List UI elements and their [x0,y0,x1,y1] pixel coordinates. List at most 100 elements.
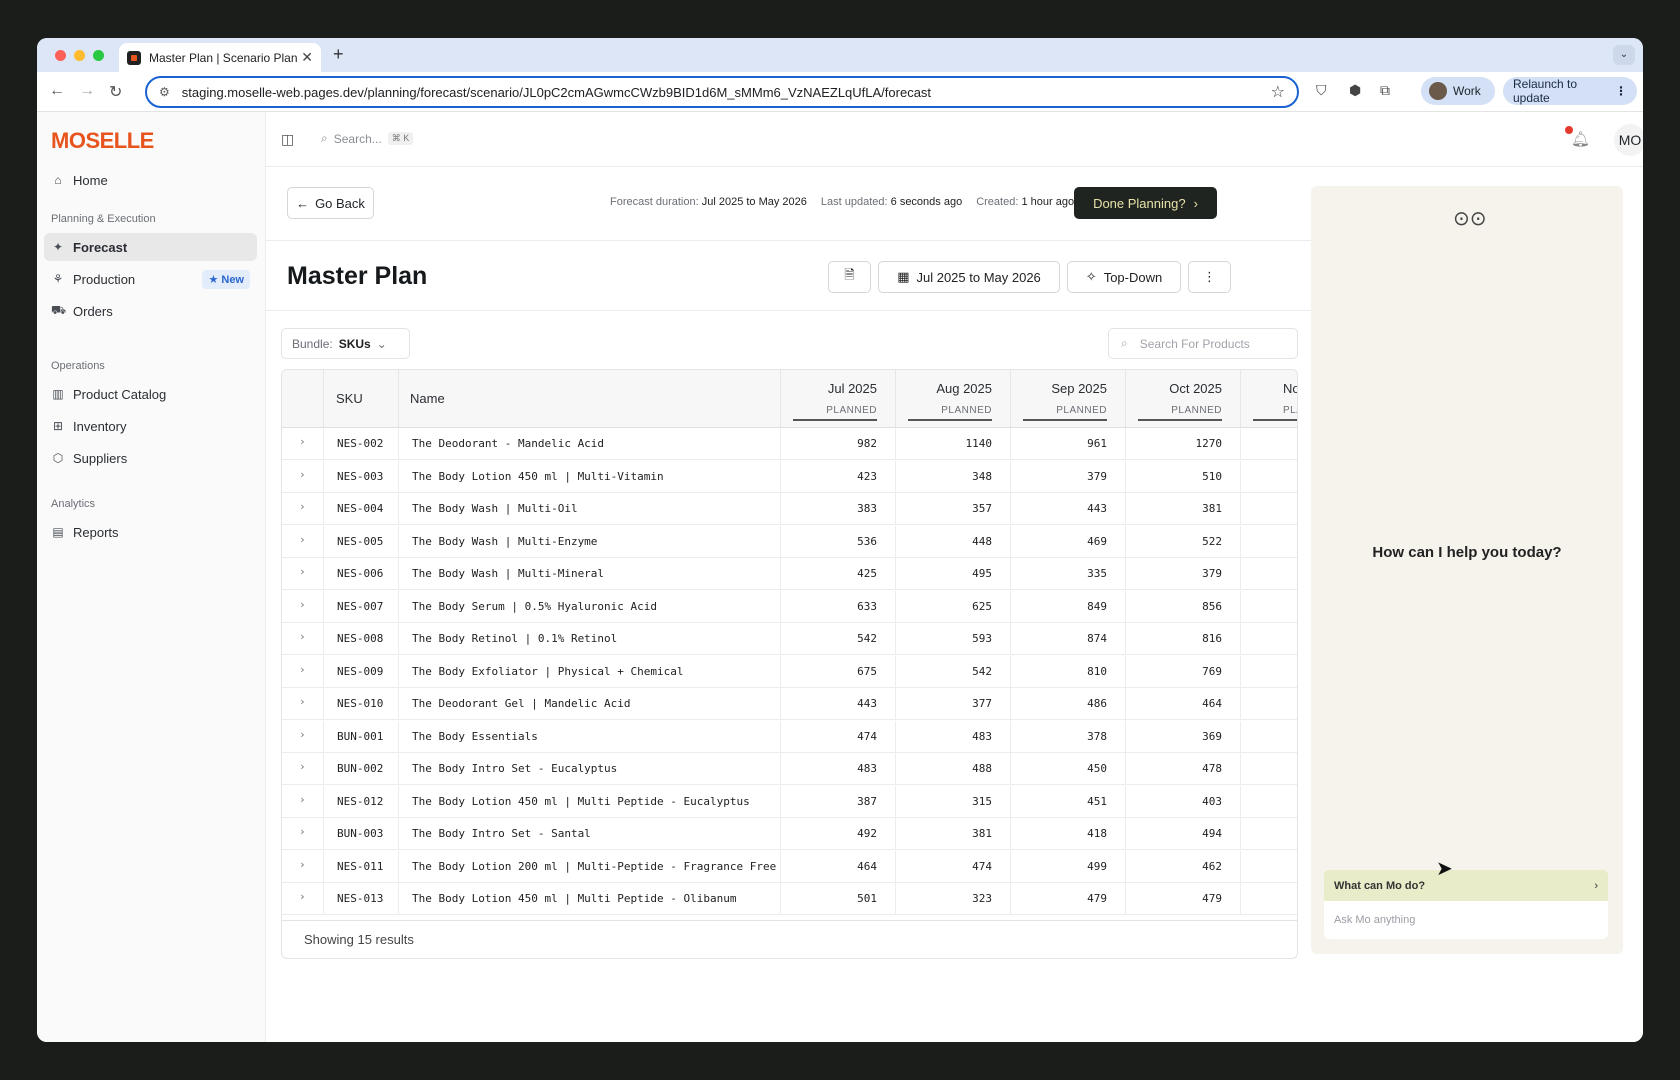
planned-value-cell[interactable]: 522 [1126,525,1241,558]
close-window-button[interactable] [55,50,66,61]
expand-row-icon[interactable]: › [282,688,324,720]
planned-value-cell[interactable]: 479 [1011,883,1126,915]
planned-value-cell[interactable]: 379 [1126,558,1241,590]
planned-value-cell[interactable]: 443 [1011,493,1126,525]
planned-value-cell[interactable]: 383 [781,493,896,525]
expand-row-icon[interactable]: › [282,753,324,785]
table-row[interactable]: › NES-007 The Body Serum | 0.5% Hyaluronic… [282,590,1297,623]
site-info-icon[interactable]: ⚙ [159,85,170,99]
sidebar-item-forecast[interactable]: ✦ Forecast [44,233,257,261]
planned-value-cell[interactable]: 625 [896,590,1011,623]
table-row[interactable]: › NES-003 The Body Lotion 450 ml | Multi-V… [282,460,1297,493]
planned-value-cell[interactable]: 469 [1011,525,1126,558]
planned-value-cell[interactable]: 448 [896,525,1011,558]
planned-value-cell[interactable]: 335 [1011,558,1126,590]
bookmark-star-icon[interactable]: ☆ [1271,82,1285,102]
planned-value-cell[interactable]: 464 [781,850,896,883]
forward-icon[interactable]: → [79,82,95,100]
planned-value-cell[interactable]: 479 [1126,883,1241,915]
table-row[interactable]: › NES-011 The Body Lotion 200 ml | Multi-P… [282,850,1297,883]
more-menu-icon[interactable]: ⋮ [1615,84,1627,98]
planned-value-cell[interactable]: 1140 [896,428,1011,460]
expand-row-icon[interactable]: › [282,428,324,460]
expand-row-icon[interactable]: › [282,655,324,688]
sidebar-item-product-catalog[interactable]: ▥ Product Catalog [44,380,257,408]
planned-value-cell[interactable]: 501 [781,883,896,915]
planned-value-cell[interactable]: 348 [896,460,1011,493]
expand-row-icon[interactable]: › [282,720,324,753]
window-controls[interactable] [55,50,104,61]
planned-value-cell[interactable]: 443 [781,688,896,720]
planned-value-cell[interactable]: 1270 [1126,428,1241,460]
planned-value-cell[interactable]: 451 [1011,785,1126,818]
planned-value-cell[interactable]: 769 [1126,655,1241,688]
planned-value-cell[interactable]: 499 [1011,850,1126,883]
global-search[interactable]: ⌕ Search... ⌘ K [321,131,414,146]
table-row[interactable]: › NES-009 The Body Exfoliator | Physical +… [282,655,1297,688]
header-month-partial[interactable]: Nov 2025 PLANNED [1241,370,1297,428]
header-month[interactable]: Jul 2025 PLANNED [781,370,896,428]
planned-value-cell[interactable]: 464 [1126,688,1241,720]
shield-extension-icon[interactable]: ⛉ [1316,82,1327,99]
planned-value-cell[interactable]: 675 [781,655,896,688]
header-sku[interactable]: SKU [324,370,399,428]
date-range-button[interactable]: ▦ Jul 2025 to May 2026 [878,261,1060,293]
top-down-button[interactable]: ✧ Top-Down [1067,261,1181,293]
relaunch-button[interactable]: Relaunch to update ⋮ [1503,77,1637,105]
planned-value-cell[interactable]: 488 [896,753,1011,785]
planned-value-cell[interactable]: 387 [781,785,896,818]
table-row[interactable]: › BUN-003 The Body Intro Set - Santal 492 38… [282,818,1297,850]
minimize-window-button[interactable] [74,50,85,61]
expand-row-icon[interactable]: › [282,558,324,590]
planned-value-cell[interactable]: 510 [1126,460,1241,493]
planned-value-cell[interactable]: 874 [1011,623,1126,655]
planned-value-cell[interactable]: 357 [896,493,1011,525]
product-search-input[interactable]: ⌕ Search For Products [1108,328,1298,359]
close-tab-icon[interactable]: ✕ [301,49,313,66]
planned-value-cell[interactable]: 418 [1011,818,1126,850]
header-name[interactable]: Name [399,370,781,428]
planned-value-cell[interactable]: 381 [896,818,1011,850]
table-row[interactable]: › NES-012 The Body Lotion 450 ml | Multi P… [282,785,1297,818]
maximize-window-button[interactable] [93,50,104,61]
planned-value-cell[interactable]: 423 [781,460,896,493]
header-month[interactable]: Sep 2025 PLANNED [1011,370,1126,428]
table-row[interactable]: › BUN-002 The Body Intro Set - Eucalyptus 4… [282,753,1297,785]
planned-value-cell[interactable]: 492 [781,818,896,850]
planned-value-cell[interactable]: 377 [896,688,1011,720]
expand-row-icon[interactable]: › [282,525,324,558]
bundle-select[interactable]: Bundle: SKUs ⌄ [281,328,410,359]
logo[interactable]: MOSELLE [51,128,154,154]
go-back-button[interactable]: ← Go Back [287,187,374,219]
what-can-mo-do-button[interactable]: What can Mo do? › [1324,870,1608,901]
bell-icon[interactable]: 🔔︎ [1571,130,1590,148]
planned-value-cell[interactable]: 403 [1126,785,1241,818]
expand-row-icon[interactable]: › [282,493,324,525]
planned-value-cell[interactable]: 462 [1126,850,1241,883]
planned-value-cell[interactable]: 474 [781,720,896,753]
planned-value-cell[interactable]: 816 [1126,623,1241,655]
user-avatar[interactable]: MO [1614,124,1643,156]
table-row[interactable]: › NES-005 The Body Wash | Multi-Enzyme 536 4… [282,525,1297,558]
planned-value-cell[interactable]: 379 [1011,460,1126,493]
more-options-button[interactable]: ⋮ [1188,261,1231,293]
sidebar-item-orders[interactable]: ⛟ Orders [44,297,257,325]
back-icon[interactable]: ← [49,82,65,100]
planned-value-cell[interactable]: 315 [896,785,1011,818]
profile-button[interactable]: Work [1421,77,1495,105]
planned-value-cell[interactable]: 810 [1011,655,1126,688]
planned-value-cell[interactable]: 633 [781,590,896,623]
planned-value-cell[interactable]: 495 [896,558,1011,590]
expand-row-icon[interactable]: › [282,818,324,850]
expand-row-icon[interactable]: › [282,460,324,493]
browser-tab[interactable]: Master Plan | Scenario Plan ✕ [119,43,321,72]
sidebar-item-suppliers[interactable]: ⬡ Suppliers [44,444,257,472]
puzzle-extensions-icon[interactable]: ⧉ [1380,82,1390,99]
planned-value-cell[interactable]: 483 [896,720,1011,753]
table-row[interactable]: › BUN-001 The Body Essentials 474 483 378 369 [282,720,1297,753]
planned-value-cell[interactable]: 425 [781,558,896,590]
planned-value-cell[interactable]: 961 [1011,428,1126,460]
planned-value-cell[interactable]: 478 [1126,753,1241,785]
extension-icon[interactable]: ⬢ [1349,82,1361,99]
expand-row-icon[interactable]: › [282,785,324,818]
